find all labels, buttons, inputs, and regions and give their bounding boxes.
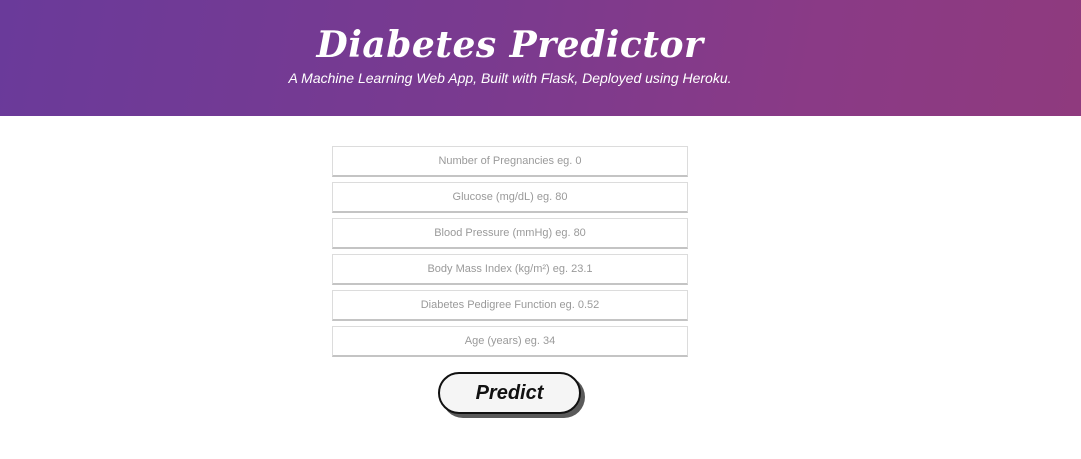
- age-input[interactable]: [332, 326, 688, 357]
- glucose-input[interactable]: [332, 182, 688, 213]
- page-subtitle: A Machine Learning Web App, Built with F…: [288, 70, 732, 86]
- predict-button[interactable]: Predict: [438, 372, 581, 414]
- diabetes-pedigree-input[interactable]: [332, 290, 688, 321]
- blood-pressure-input[interactable]: [332, 218, 688, 249]
- prediction-form: [332, 146, 688, 362]
- page-title: Diabetes Predictor: [316, 24, 704, 66]
- page-header: Diabetes Predictor A Machine Learning We…: [0, 0, 1081, 116]
- bmi-input[interactable]: [332, 254, 688, 285]
- pregnancies-input[interactable]: [332, 146, 688, 177]
